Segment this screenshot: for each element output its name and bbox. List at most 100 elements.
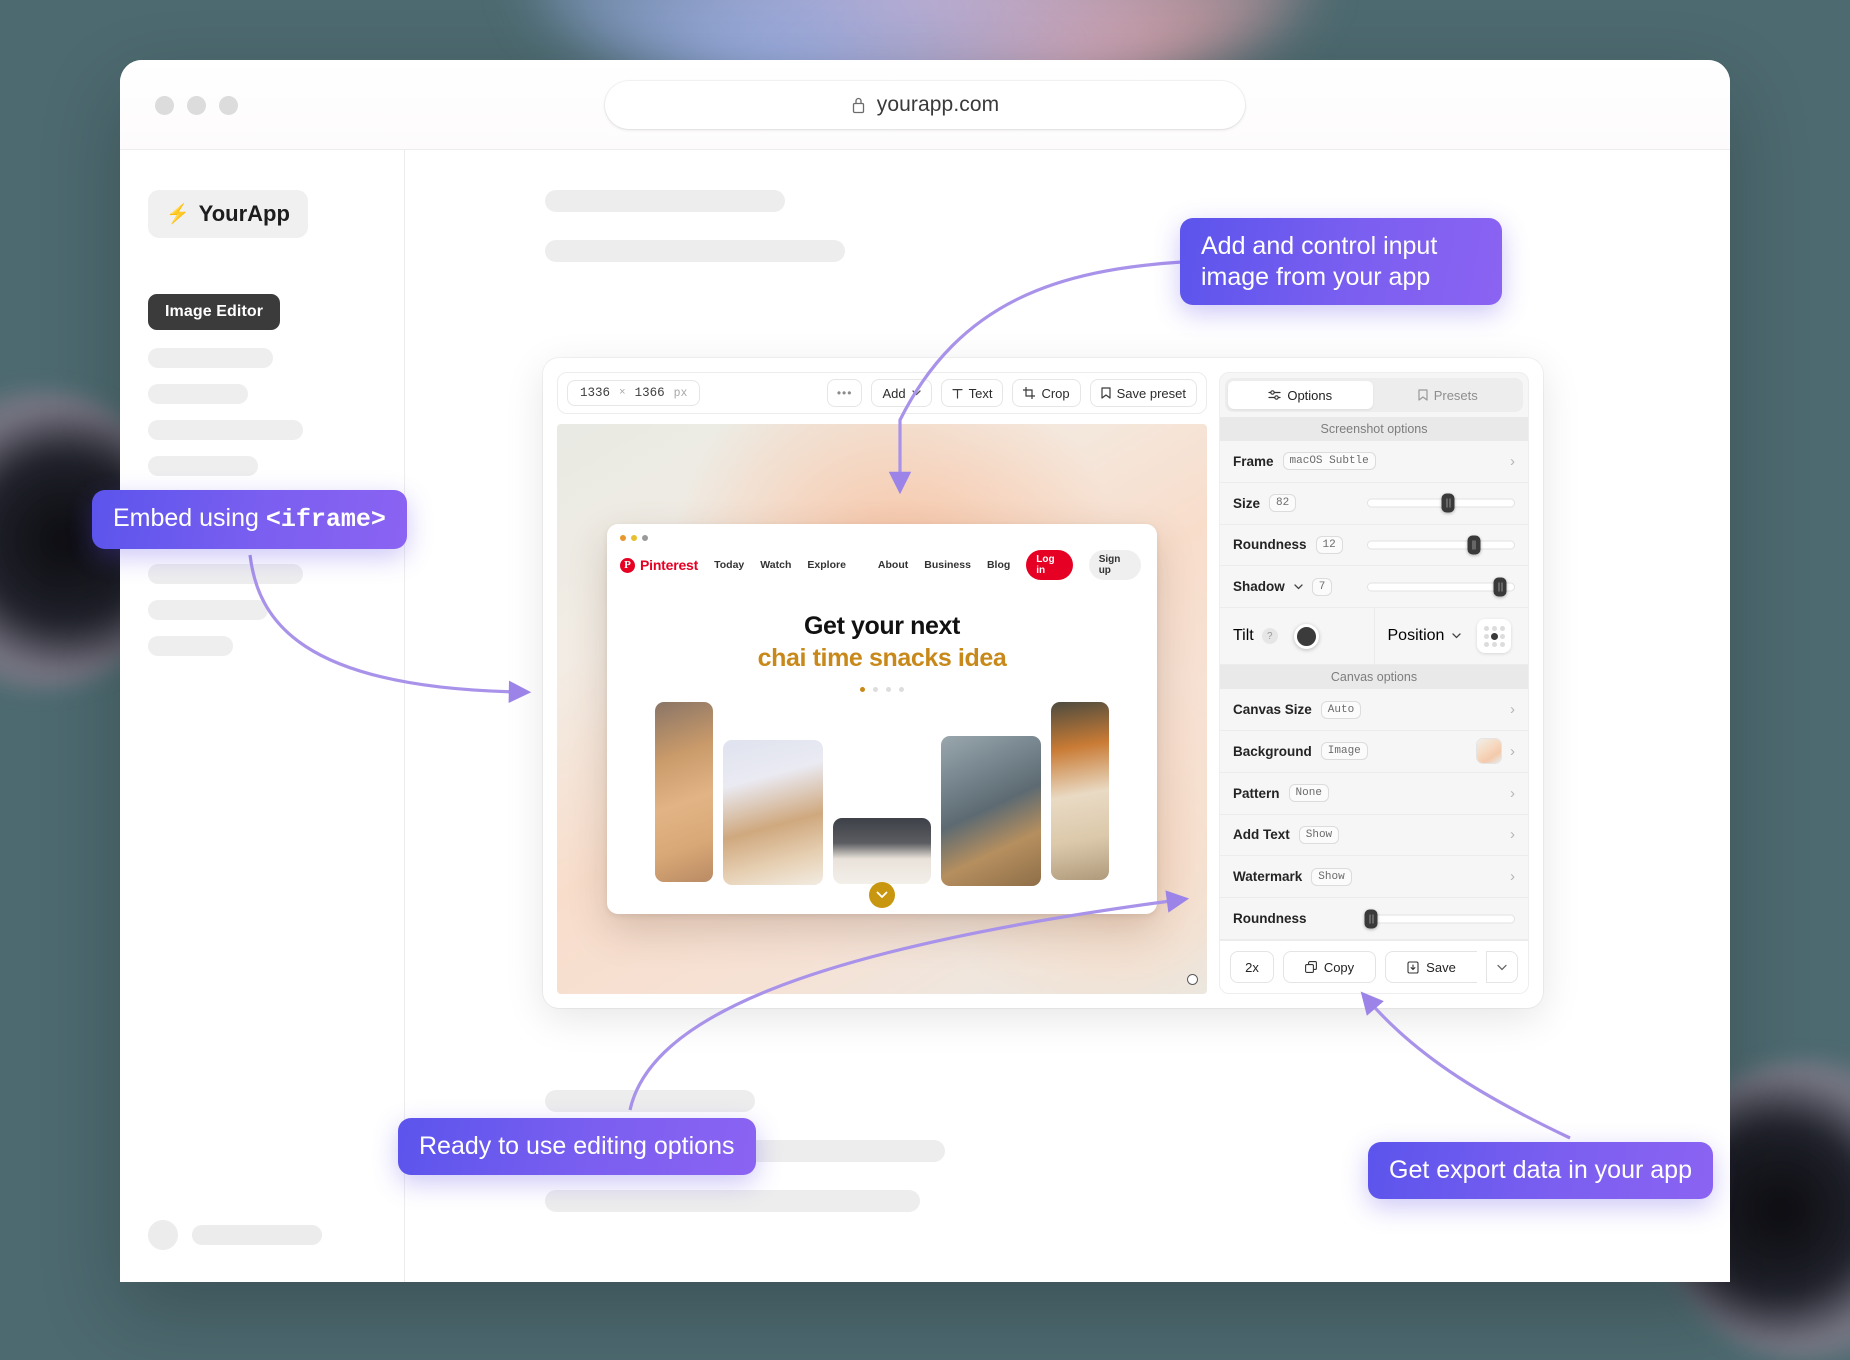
copy-button[interactable]: Copy xyxy=(1283,951,1376,983)
text-label: Text xyxy=(969,386,993,401)
sidebar-item-image-editor[interactable]: Image Editor xyxy=(148,294,280,330)
chevron-down-icon xyxy=(1497,964,1507,971)
size-slider[interactable] xyxy=(1367,499,1515,508)
more-options-button[interactable]: ••• xyxy=(827,379,863,407)
slider-knob[interactable] xyxy=(1365,909,1378,928)
position-cell[interactable] xyxy=(1500,642,1505,647)
slider-track xyxy=(1367,540,1515,549)
traffic-light-buttons[interactable] xyxy=(155,96,238,115)
headline-line-2: chai time snacks idea xyxy=(758,644,1007,672)
row-roundness[interactable]: Roundness 12 xyxy=(1220,525,1528,567)
nav-link-today: Today xyxy=(714,559,744,571)
tab-options[interactable]: Options xyxy=(1228,381,1373,409)
pin-grid xyxy=(607,692,1157,914)
chevron-right-icon: › xyxy=(1510,826,1515,843)
shadow-label: Shadow xyxy=(1233,579,1285,594)
height-value[interactable]: 1366 xyxy=(635,386,665,400)
pinterest-logo: P Pinterest xyxy=(620,557,698,573)
slider-knob[interactable] xyxy=(1442,494,1455,513)
nav-link-business: Business xyxy=(924,559,971,571)
callout-embed-code: <iframe> xyxy=(266,505,386,534)
tab-presets-label: Presets xyxy=(1434,388,1478,403)
background-swatch[interactable] xyxy=(1477,739,1501,763)
list-item xyxy=(148,600,268,620)
canvas-roundness-slider[interactable] xyxy=(1367,914,1515,923)
mock-window-controls xyxy=(607,524,1157,541)
position-control[interactable]: Position xyxy=(1375,608,1529,664)
window-maximize-dot[interactable] xyxy=(219,96,238,115)
address-bar[interactable]: yourapp.com xyxy=(605,81,1245,129)
crop-tool-button[interactable]: Crop xyxy=(1012,379,1080,407)
position-cell-active[interactable] xyxy=(1491,633,1498,640)
pattern-label: Pattern xyxy=(1233,786,1280,801)
tab-presets[interactable]: Presets xyxy=(1376,381,1521,409)
row-frame[interactable]: Frame macOS Subtle › xyxy=(1220,441,1528,483)
tilt-knob[interactable] xyxy=(1294,624,1319,649)
save-button[interactable]: Save xyxy=(1385,951,1477,983)
chevron-down-icon[interactable] xyxy=(1294,584,1303,590)
position-label: Position xyxy=(1388,627,1445,645)
canvas-options-header: Canvas options xyxy=(1220,665,1528,689)
row-add-text[interactable]: Add Text Show › xyxy=(1220,815,1528,857)
resize-handle[interactable] xyxy=(1187,974,1198,985)
position-grid[interactable] xyxy=(1477,619,1511,653)
roundness-slider[interactable] xyxy=(1367,540,1515,549)
text-tool-button[interactable]: Text xyxy=(941,379,1004,407)
screenshot-options-header: Screenshot options xyxy=(1220,417,1528,441)
help-icon[interactable]: ? xyxy=(1262,628,1278,644)
editor-canvas[interactable]: P Pinterest Today Watch Explore About Bu… xyxy=(557,424,1207,994)
row-pattern[interactable]: Pattern None › xyxy=(1220,773,1528,815)
position-cell[interactable] xyxy=(1500,626,1505,631)
window-close-dot[interactable] xyxy=(155,96,174,115)
shadow-value-chip: 7 xyxy=(1312,578,1333,596)
headline-line-1: Get your next xyxy=(804,612,960,640)
tilt-label: Tilt xyxy=(1233,627,1254,645)
copy-label: Copy xyxy=(1324,960,1354,975)
text-icon xyxy=(952,388,963,399)
row-canvas-size[interactable]: Canvas Size Auto › xyxy=(1220,689,1528,731)
tab-options-label: Options xyxy=(1287,388,1332,403)
roundness-label: Roundness xyxy=(1233,537,1307,552)
position-cell[interactable] xyxy=(1484,642,1489,647)
add-label: Add xyxy=(882,386,905,401)
window-minimize-dot[interactable] xyxy=(187,96,206,115)
row-size[interactable]: Size 82 xyxy=(1220,483,1528,525)
user-name-placeholder xyxy=(192,1225,322,1245)
bookmark-icon xyxy=(1418,389,1428,401)
sliders-icon xyxy=(1268,389,1281,401)
list-item xyxy=(148,636,233,656)
app-body: ⚡ YourApp Image Editor xyxy=(120,150,1730,1282)
scale-button[interactable]: 2x xyxy=(1230,951,1274,983)
size-value-chip: 82 xyxy=(1269,494,1296,512)
crop-icon xyxy=(1023,387,1035,399)
position-cell[interactable] xyxy=(1492,642,1497,647)
canvas-size-value-chip: Auto xyxy=(1321,701,1361,719)
chevron-down-icon xyxy=(912,390,921,396)
app-logo-badge[interactable]: ⚡ YourApp xyxy=(148,190,308,238)
main-skeleton-top xyxy=(545,190,1730,262)
position-cell[interactable] xyxy=(1492,626,1497,631)
row-watermark[interactable]: Watermark Show › xyxy=(1220,856,1528,898)
width-value[interactable]: 1336 xyxy=(580,386,610,400)
position-cell[interactable] xyxy=(1484,634,1489,639)
slider-knob[interactable] xyxy=(1494,577,1507,596)
position-cell[interactable] xyxy=(1484,626,1489,631)
tilt-control[interactable]: Tilt ? xyxy=(1220,608,1375,664)
chevron-right-icon: › xyxy=(1510,868,1515,885)
chevron-down-icon[interactable] xyxy=(1452,633,1461,639)
avatar xyxy=(148,1220,178,1250)
shadow-slider[interactable] xyxy=(1367,582,1515,591)
save-preset-button[interactable]: Save preset xyxy=(1090,379,1197,407)
position-cell[interactable] xyxy=(1500,634,1505,639)
nav-link-blog: Blog xyxy=(987,559,1010,571)
save-options-button[interactable] xyxy=(1486,951,1518,983)
row-canvas-roundness[interactable]: Roundness xyxy=(1220,898,1528,940)
url-text: yourapp.com xyxy=(877,93,1000,117)
add-button[interactable]: Add xyxy=(871,379,931,407)
app-name: YourApp xyxy=(199,201,290,227)
slider-knob[interactable] xyxy=(1467,535,1480,554)
canvas-column: 1336 × 1366 px ••• Add xyxy=(557,372,1207,994)
row-shadow[interactable]: Shadow 7 xyxy=(1220,566,1528,608)
row-background[interactable]: Background Image › xyxy=(1220,731,1528,773)
dimensions-input[interactable]: 1336 × 1366 px xyxy=(567,380,700,406)
